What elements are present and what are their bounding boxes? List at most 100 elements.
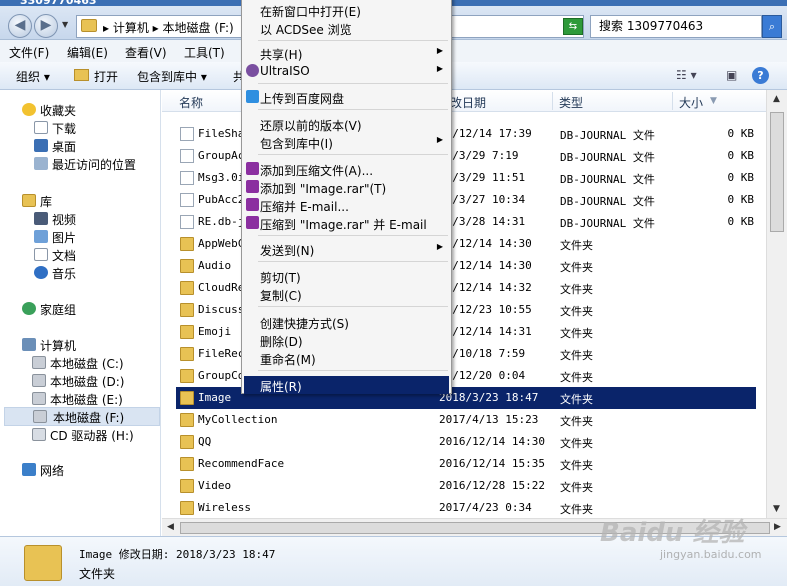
menu-upload-baidu[interactable]: 上传到百度网盘 bbox=[244, 88, 449, 106]
menu-send-to[interactable]: 发送到(N) ▶ bbox=[244, 240, 449, 258]
file-date: 2016/12/14 14:30 bbox=[439, 435, 545, 448]
downloads-icon bbox=[34, 121, 48, 134]
file-icon bbox=[180, 215, 194, 229]
menu-separator bbox=[258, 154, 448, 155]
file-date: 2016/12/14 15:35 bbox=[439, 457, 545, 470]
table-row[interactable]: Video 2016/12/28 15:22 文件夹 bbox=[176, 475, 756, 497]
baidu-watermark-url: jingyan.baidu.com bbox=[660, 548, 762, 561]
library-icon bbox=[22, 194, 36, 207]
menu-share[interactable]: 共享(H) ▶ bbox=[244, 44, 449, 62]
menu-view[interactable]: 查看(V) bbox=[125, 44, 167, 61]
file-date: 2018/3/23 18:47 bbox=[439, 391, 539, 404]
menu-browse-acdsee[interactable]: 以 ACDSee 浏览 bbox=[244, 19, 449, 37]
file-type: 文件夹 bbox=[560, 415, 593, 428]
view-options-icon[interactable]: ☷ ▾ bbox=[676, 68, 697, 82]
video-library-icon bbox=[34, 212, 48, 225]
menu-include-library[interactable]: 包含到库中(I) ▶ bbox=[244, 133, 449, 151]
picture-library-icon bbox=[34, 230, 48, 243]
scroll-up-icon[interactable]: ▲ bbox=[773, 94, 780, 104]
file-name: RecommendFace bbox=[198, 457, 285, 470]
column-type[interactable]: 类型 bbox=[559, 94, 583, 111]
search-input[interactable]: 搜索 1309770463 bbox=[590, 15, 762, 38]
menu-delete[interactable]: 删除(D) bbox=[244, 331, 449, 349]
file-date: 16/12/23 10:55 bbox=[439, 303, 532, 316]
table-row[interactable]: MyCollection 2017/4/13 15:23 文件夹 bbox=[176, 409, 756, 431]
submenu-arrow-icon: ▶ bbox=[436, 46, 443, 55]
menu-add-image-rar[interactable]: 添加到 "Image.rar"(T) bbox=[244, 178, 449, 196]
column-divider[interactable] bbox=[552, 92, 553, 110]
breadcrumb[interactable]: ▸ 计算机 ▸ 本地磁盘 (F:) bbox=[103, 19, 234, 36]
file-type: DB-JOURNAL 文件 bbox=[560, 173, 655, 186]
open-folder-icon bbox=[74, 69, 89, 81]
menu-separator bbox=[258, 235, 448, 236]
file-type: 文件夹 bbox=[560, 239, 593, 252]
file-date: 16/12/14 14:32 bbox=[439, 281, 532, 294]
file-name: QQ bbox=[198, 435, 212, 448]
table-row[interactable]: QQ 2016/12/14 14:30 文件夹 bbox=[176, 431, 756, 453]
scroll-down-icon[interactable]: ▼ bbox=[773, 504, 780, 514]
menu-copy[interactable]: 复制(C) bbox=[244, 285, 449, 303]
file-type: DB-JOURNAL 文件 bbox=[560, 151, 655, 164]
column-size[interactable]: 大小 bbox=[679, 94, 703, 111]
recent-pages-dropdown-icon[interactable]: ▼ bbox=[62, 20, 72, 30]
file-type: DB-JOURNAL 文件 bbox=[560, 129, 655, 142]
folder-icon bbox=[180, 347, 194, 361]
file-type: DB-JOURNAL 文件 bbox=[560, 195, 655, 208]
menu-edit[interactable]: 编辑(E) bbox=[67, 44, 108, 61]
menu-create-shortcut[interactable]: 创建快捷方式(S) bbox=[244, 313, 449, 331]
folder-icon bbox=[24, 545, 62, 581]
menu-tools[interactable]: 工具(T) bbox=[184, 44, 225, 61]
organize-button[interactable]: 组织 ▾ bbox=[16, 68, 50, 85]
column-name[interactable]: 名称 bbox=[179, 94, 203, 111]
menu-compress-image-email[interactable]: 压缩到 "Image.rar" 并 E-mail bbox=[244, 214, 449, 232]
menu-ultraiso[interactable]: UltraISO ▶ bbox=[244, 62, 449, 80]
winrar-icon bbox=[246, 180, 259, 193]
document-library-icon bbox=[34, 248, 48, 261]
menu-restore-previous[interactable]: 还原以前的版本(V) bbox=[244, 115, 449, 133]
scroll-right-icon[interactable]: ▶ bbox=[774, 522, 781, 532]
vertical-scrollbar[interactable]: ▲ ▼ bbox=[766, 90, 787, 518]
scroll-left-icon[interactable]: ◀ bbox=[167, 522, 174, 532]
folder-icon bbox=[180, 413, 194, 427]
menu-rename[interactable]: 重命名(M) bbox=[244, 349, 449, 367]
preview-pane-icon[interactable]: ▣ bbox=[726, 68, 737, 82]
column-divider[interactable] bbox=[672, 92, 673, 110]
open-button[interactable]: 打开 bbox=[94, 68, 118, 85]
vertical-scroll-thumb[interactable] bbox=[770, 112, 784, 232]
menu-properties[interactable]: 属性(R) bbox=[244, 376, 449, 394]
search-icon[interactable]: ⌕ bbox=[762, 15, 782, 38]
file-size: 0 KB bbox=[727, 127, 755, 140]
star-icon bbox=[22, 103, 36, 116]
menu-open-new-window[interactable]: 在新窗口中打开(E) bbox=[244, 1, 449, 19]
menu-compress-email[interactable]: 压缩并 E-mail... bbox=[244, 196, 449, 214]
file-type: 文件夹 bbox=[560, 283, 593, 296]
table-row[interactable]: RecommendFace 2016/12/14 15:35 文件夹 bbox=[176, 453, 756, 475]
menu-separator bbox=[258, 109, 448, 110]
file-date: 2016/12/28 15:22 bbox=[439, 479, 545, 492]
menu-file[interactable]: 文件(F) bbox=[9, 44, 49, 61]
folder-icon bbox=[180, 303, 194, 317]
column-date[interactable]: 改日期 bbox=[450, 94, 486, 111]
menu-cut[interactable]: 剪切(T) bbox=[244, 267, 449, 285]
menu-add-archive[interactable]: 添加到压缩文件(A)... bbox=[244, 160, 449, 178]
details-type: 文件夹 bbox=[79, 567, 116, 581]
help-icon[interactable]: ? bbox=[752, 67, 769, 84]
cd-drive-icon bbox=[32, 428, 46, 441]
refresh-button[interactable]: ⇆ bbox=[563, 18, 583, 35]
file-icon bbox=[180, 171, 194, 185]
hard-drive-icon bbox=[33, 410, 47, 423]
include-in-library-button[interactable]: 包含到库中 ▾ bbox=[137, 68, 207, 85]
music-note-icon bbox=[34, 266, 48, 279]
sidebar-item-drive-f[interactable]: 本地磁盘 (F:) bbox=[4, 407, 160, 426]
sort-arrow-icon: ▼ bbox=[710, 96, 717, 106]
forward-button[interactable]: ▶ bbox=[34, 14, 58, 38]
file-date: 16/12/14 17:39 bbox=[439, 127, 532, 140]
desktop-icon bbox=[34, 139, 48, 152]
file-size: 0 KB bbox=[727, 171, 755, 184]
submenu-arrow-icon: ▶ bbox=[436, 242, 443, 251]
folder-icon bbox=[180, 435, 194, 449]
baidu-cloud-icon bbox=[246, 90, 259, 103]
file-icon bbox=[180, 149, 194, 163]
menu-separator bbox=[258, 261, 448, 262]
back-button[interactable]: ◀ bbox=[8, 14, 32, 38]
